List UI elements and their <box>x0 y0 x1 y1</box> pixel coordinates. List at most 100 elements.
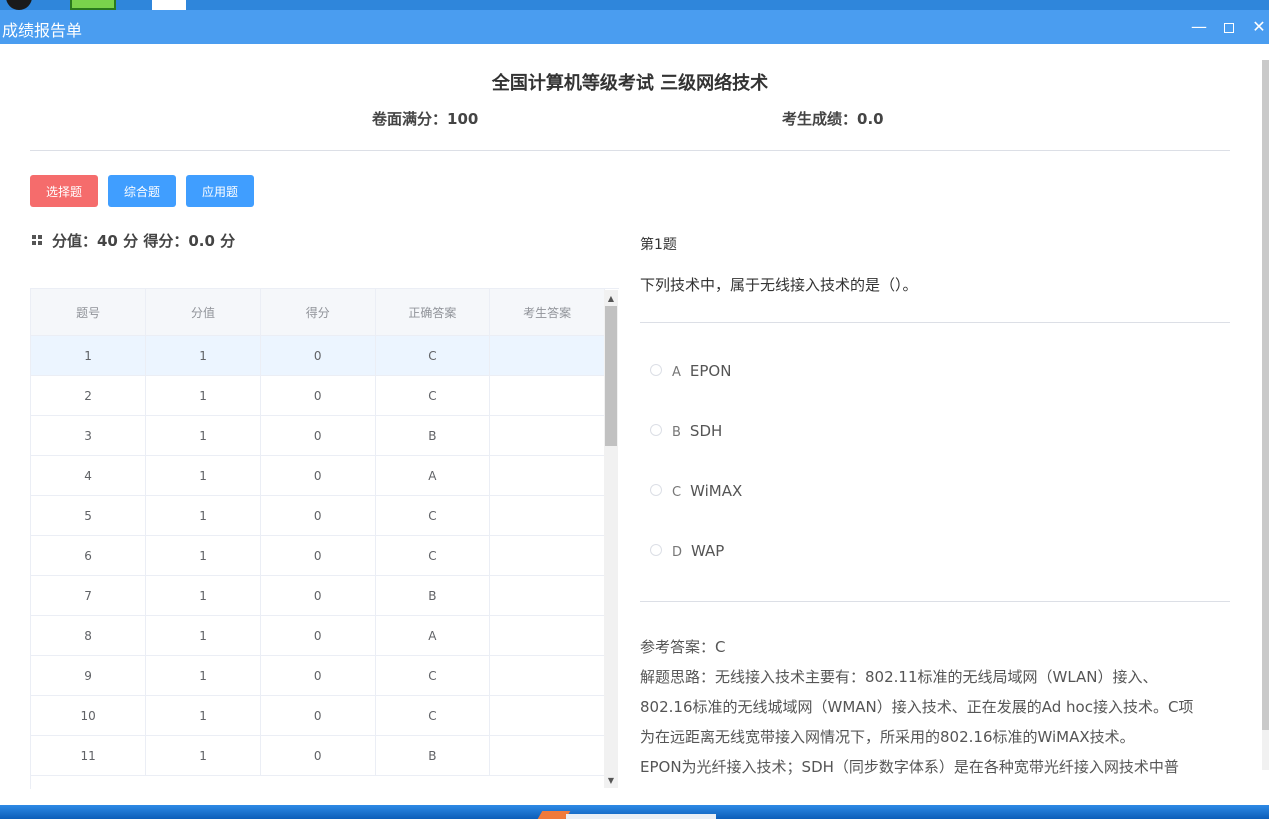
table-cell <box>489 615 605 656</box>
option-c[interactable]: C WiMAX <box>650 482 742 500</box>
table-row[interactable]: 110C <box>31 335 605 376</box>
option-d[interactable]: D WAP <box>650 542 724 560</box>
table-cell: A <box>375 615 491 656</box>
tab-comprehensive[interactable]: 综合题 <box>108 175 176 207</box>
table-cell: C <box>375 335 491 376</box>
student-score: 考生成绩：0.0 <box>782 110 884 128</box>
maximize-button[interactable] <box>1214 10 1244 44</box>
option-letter: C <box>672 485 682 500</box>
table-cell: 0 <box>260 335 376 376</box>
option-text: SDH <box>689 422 723 440</box>
taskbar-item[interactable] <box>566 814 716 819</box>
close-button[interactable]: ✕ <box>1244 10 1269 44</box>
arrow-down-icon[interactable]: ▼ <box>604 776 618 785</box>
analysis-line: 解题思路：无线接入技术主要有：802.11标准的无线局域网（WLAN）接入、 <box>640 668 1158 686</box>
table-cell: 1 <box>145 615 261 656</box>
question-text: 下列技术中，属于无线接入技术的是（）。 <box>640 276 918 294</box>
radio-icon[interactable] <box>650 423 662 436</box>
table-cell: 1 <box>145 455 261 496</box>
table-row[interactable]: 810A <box>31 615 605 656</box>
table-cell: C <box>375 695 491 736</box>
table-cell: 0 <box>260 535 376 576</box>
column-header[interactable]: 考生答案 <box>489 289 605 336</box>
desktop-background <box>0 0 1269 10</box>
desktop-app-icon[interactable] <box>70 0 116 10</box>
report-content: 全国计算机等级考试 三级网络技术 卷面满分：100 考生成绩：0.0 选择题 综… <box>0 44 1269 805</box>
full-score: 卷面满分：100 <box>372 110 479 128</box>
table-cell <box>489 375 605 416</box>
scroll-thumb[interactable] <box>1262 60 1269 730</box>
radio-icon[interactable] <box>650 543 662 556</box>
table-cell: 3 <box>31 415 147 456</box>
table-cell: 0 <box>260 695 376 736</box>
scroll-thumb[interactable] <box>605 306 617 446</box>
option-text: EPON <box>689 362 732 380</box>
table-row[interactable]: 310B <box>31 415 605 456</box>
page-scrollbar[interactable] <box>1262 60 1269 770</box>
radio-icon[interactable] <box>650 363 662 376</box>
table-cell: C <box>375 495 491 536</box>
table-cell <box>489 535 605 576</box>
table-cell: B <box>375 415 491 456</box>
table-row[interactable]: 10 1 0 C <box>31 695 605 736</box>
table-row[interactable]: 210C <box>31 375 605 416</box>
column-header[interactable]: 得分 <box>260 289 376 336</box>
option-letter: A <box>672 365 681 380</box>
table-row[interactable]: 910C <box>31 655 605 696</box>
table-cell <box>489 495 605 536</box>
radio-icon[interactable] <box>650 483 662 496</box>
table-cell: B <box>375 735 491 776</box>
tab-application[interactable]: 应用题 <box>186 175 254 207</box>
table-cell: 0 <box>260 455 376 496</box>
table-cell: 0 <box>260 615 376 656</box>
option-b[interactable]: B SDH <box>650 422 722 440</box>
table-cell: 5 <box>31 495 147 536</box>
tab-multiple-choice[interactable]: 选择题 <box>30 175 98 207</box>
table-cell: 1 <box>145 695 261 736</box>
option-a[interactable]: A EPON <box>650 362 731 380</box>
table-row[interactable]: 710B <box>31 575 605 616</box>
table-cell: C <box>375 655 491 696</box>
answer-analysis: 参考答案：C 解题思路：无线接入技术主要有：802.11标准的无线局域网（WLA… <box>640 632 1226 777</box>
column-header[interactable]: 分值 <box>145 289 261 336</box>
minimize-button[interactable]: — <box>1184 10 1214 44</box>
desktop-file-icon[interactable] <box>152 0 186 10</box>
table-row[interactable]: 11 1 0 B <box>31 735 605 776</box>
option-text: WAP <box>691 542 725 560</box>
analysis-line: 802.16标准的无线城域网（WMAN）接入技术、正在发展的Ad hoc接入技术… <box>640 698 1194 716</box>
arrow-up-icon[interactable]: ▲ <box>604 294 618 303</box>
table-cell: 0 <box>260 735 376 776</box>
table-cell: 7 <box>31 575 147 616</box>
table-cell: 1 <box>145 655 261 696</box>
window-title: 成绩报告单 <box>2 21 83 40</box>
table-cell <box>489 575 605 616</box>
table-cell: 0 <box>260 375 376 416</box>
table-cell: 1 <box>145 375 261 416</box>
table-cell: 0 <box>260 415 376 456</box>
table-cell <box>489 455 605 496</box>
table-cell: 6 <box>31 535 147 576</box>
table-cell: 1 <box>31 335 147 376</box>
table-row[interactable]: 510C <box>31 495 605 536</box>
option-letter: D <box>672 545 683 560</box>
table-row[interactable]: 610C <box>31 535 605 576</box>
table-cell: 8 <box>31 615 147 656</box>
table-cell: 0 <box>260 495 376 536</box>
table-cell <box>489 735 605 776</box>
exam-title: 全国计算机等级考试 三级网络技术 <box>491 73 769 94</box>
column-header[interactable]: 题号 <box>31 289 147 336</box>
minimize-icon: — <box>1191 17 1207 36</box>
title-bar[interactable]: 成绩报告单 — ✕ <box>0 10 1269 44</box>
divider <box>640 322 1230 323</box>
analysis-line: EPON为光纤接入技术；SDH（同步数字体系）是在各种宽带光纤接入网技术中普 <box>640 758 1179 776</box>
table-row[interactable]: 410A <box>31 455 605 496</box>
table-cell: 1 <box>145 495 261 536</box>
table-cell <box>489 415 605 456</box>
table-cell <box>489 335 605 376</box>
table-scrollbar[interactable]: ▲ ▼ <box>604 290 618 788</box>
table-cell: 2 <box>31 375 147 416</box>
column-header[interactable]: 正确答案 <box>375 289 491 336</box>
analysis-line: 为在远距离无线宽带接入网情况下，所采用的802.16标准的WiMAX技术。 <box>640 728 1135 746</box>
table-cell: 1 <box>145 535 261 576</box>
score-table: 题号 分值 得分 正确答案 考生答案 110C210C310B410A510C6… <box>30 288 619 789</box>
